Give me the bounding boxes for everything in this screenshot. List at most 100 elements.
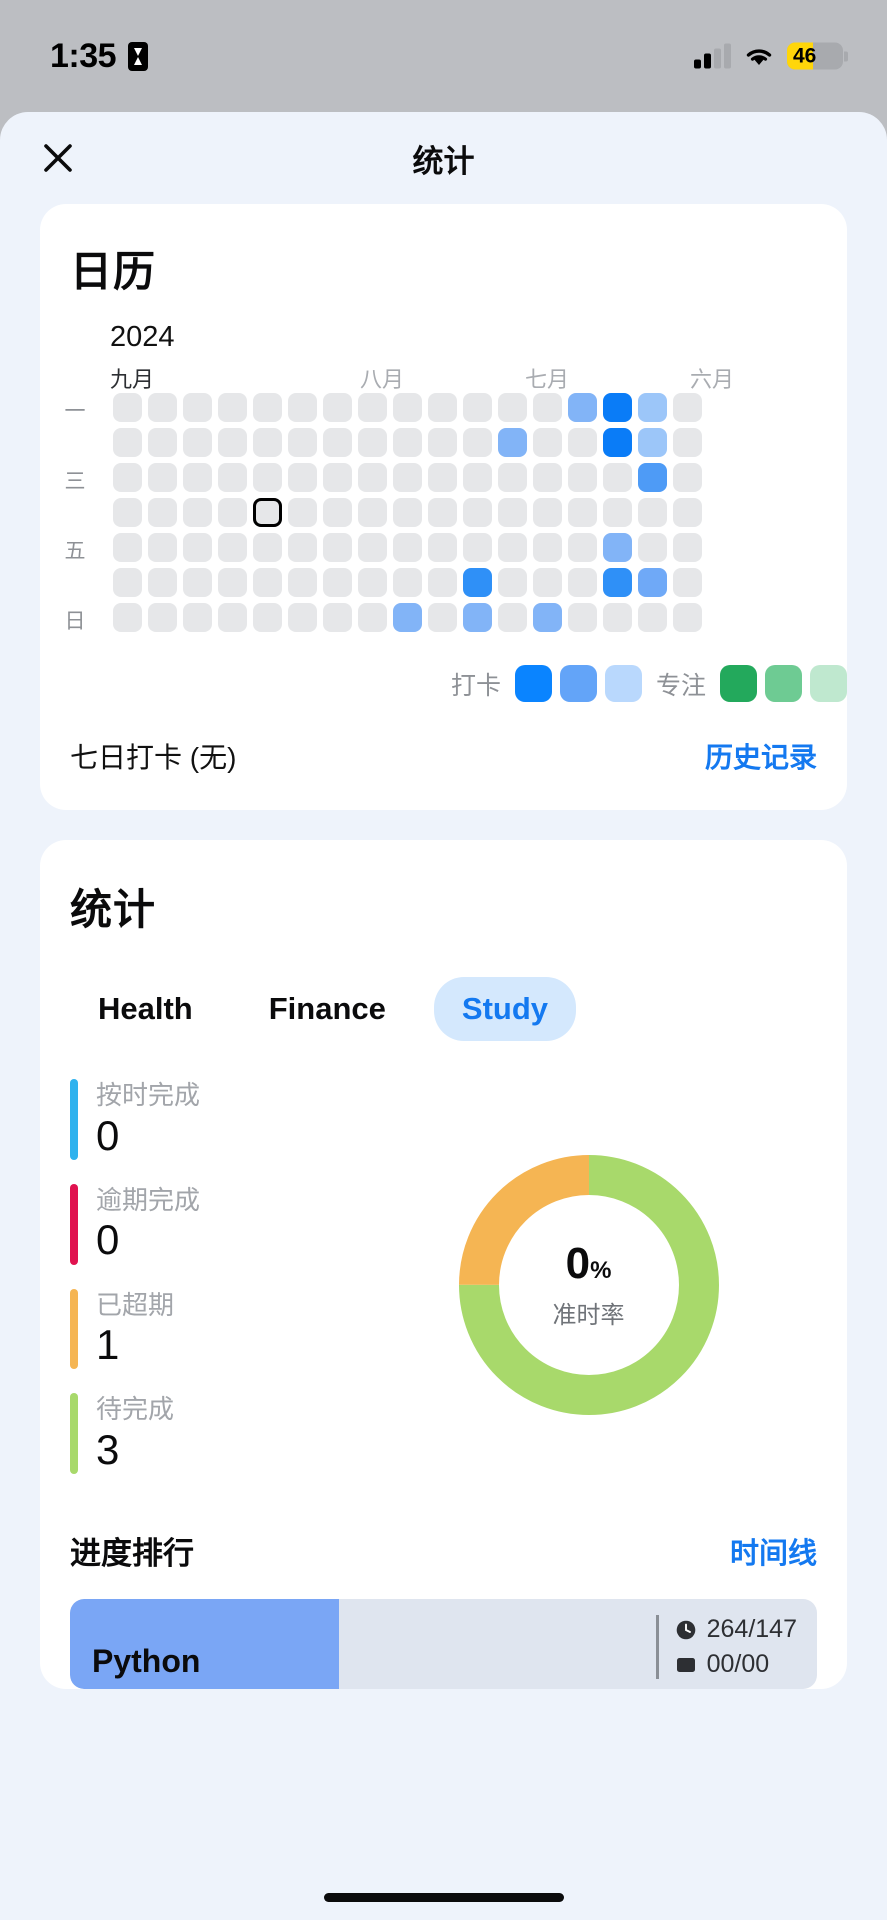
heatmap-cell[interactable] (253, 603, 282, 632)
heatmap-cell[interactable] (568, 533, 597, 562)
heatmap-cell[interactable] (603, 568, 632, 597)
heatmap-cell[interactable] (183, 603, 212, 632)
heatmap-cell[interactable] (428, 498, 457, 527)
heatmap-cell[interactable] (428, 428, 457, 457)
heatmap-cell[interactable] (113, 393, 142, 422)
heatmap-cell[interactable] (218, 393, 247, 422)
heatmap-cell[interactable] (463, 533, 492, 562)
heatmap-cell[interactable] (428, 533, 457, 562)
heatmap-cell[interactable] (463, 463, 492, 492)
heatmap-cell[interactable] (638, 568, 667, 597)
heatmap-cell[interactable] (603, 393, 632, 422)
heatmap-cell[interactable] (673, 463, 702, 492)
heatmap-cell[interactable] (113, 463, 142, 492)
heatmap-cell[interactable] (638, 428, 667, 457)
heatmap-cell[interactable] (288, 463, 317, 492)
heatmap-cell[interactable] (673, 393, 702, 422)
heatmap-cell[interactable] (113, 603, 142, 632)
heatmap-cell[interactable] (358, 393, 387, 422)
heatmap-cell[interactable] (428, 603, 457, 632)
heatmap-cell[interactable] (393, 428, 422, 457)
heatmap-cell[interactable] (288, 568, 317, 597)
heatmap-cell[interactable] (288, 498, 317, 527)
heatmap-cell[interactable] (498, 428, 527, 457)
heatmap-cell[interactable] (533, 498, 562, 527)
heatmap-cell[interactable] (288, 533, 317, 562)
heatmap-cell[interactable] (323, 533, 352, 562)
history-link[interactable]: 历史记录 (705, 736, 817, 776)
heatmap-cell[interactable] (183, 568, 212, 597)
heatmap-cell[interactable] (218, 533, 247, 562)
heatmap-cell[interactable] (603, 533, 632, 562)
heatmap-cell[interactable] (498, 533, 527, 562)
heatmap-cell[interactable] (183, 498, 212, 527)
heatmap-cell[interactable] (533, 568, 562, 597)
heatmap-cell[interactable] (638, 498, 667, 527)
heatmap-cell[interactable] (323, 463, 352, 492)
timeline-link[interactable]: 时间线 (730, 1530, 817, 1572)
heatmap-cell[interactable] (253, 568, 282, 597)
heatmap-cell[interactable] (533, 533, 562, 562)
heatmap-cell[interactable] (148, 393, 177, 422)
heatmap-cell[interactable] (288, 603, 317, 632)
category-tabs[interactable]: Health Finance Study (40, 937, 847, 1041)
heatmap-cell[interactable] (393, 498, 422, 527)
heatmap-cell[interactable] (393, 463, 422, 492)
heatmap-cell[interactable] (148, 603, 177, 632)
heatmap-cell[interactable] (498, 463, 527, 492)
heatmap-cell[interactable] (673, 428, 702, 457)
heatmap-cell[interactable] (568, 393, 597, 422)
heatmap-cell[interactable] (393, 603, 422, 632)
heatmap-cell[interactable] (498, 498, 527, 527)
heatmap-cell[interactable] (568, 428, 597, 457)
heatmap-cell[interactable] (288, 393, 317, 422)
heatmap-cell[interactable] (253, 393, 282, 422)
heatmap-cell[interactable] (428, 393, 457, 422)
heatmap-cell[interactable] (323, 428, 352, 457)
heatmap-cell[interactable] (358, 498, 387, 527)
heatmap-cell[interactable] (183, 393, 212, 422)
heatmap-cell[interactable] (183, 428, 212, 457)
tab-health[interactable]: Health (70, 977, 221, 1041)
heatmap-cell[interactable] (463, 498, 492, 527)
heatmap-cell[interactable] (638, 463, 667, 492)
heatmap-cell[interactable] (113, 533, 142, 562)
heatmap-cell[interactable] (498, 393, 527, 422)
heatmap-cell[interactable] (568, 568, 597, 597)
heatmap-cell[interactable] (358, 463, 387, 492)
heatmap-cell[interactable] (358, 428, 387, 457)
heatmap-cell[interactable] (218, 603, 247, 632)
close-icon[interactable] (36, 136, 80, 180)
heatmap-cell[interactable] (638, 603, 667, 632)
heatmap-cell[interactable] (323, 603, 352, 632)
heatmap-cell[interactable] (533, 393, 562, 422)
heatmap-cell[interactable] (568, 498, 597, 527)
heatmap-cell[interactable] (568, 603, 597, 632)
heatmap-cell[interactable] (113, 428, 142, 457)
heatmap-cell[interactable] (533, 428, 562, 457)
heatmap-cell[interactable] (393, 533, 422, 562)
heatmap-cell[interactable] (288, 428, 317, 457)
heatmap-cell[interactable] (603, 428, 632, 457)
heatmap-cell[interactable] (673, 568, 702, 597)
heatmap-cell[interactable] (113, 568, 142, 597)
heatmap-cell[interactable] (183, 533, 212, 562)
scroll-container[interactable]: 日历 2024 九月 八月 七月 六月 一三五日 打卡 专注 七日打卡 (无) 历史记… (0, 204, 887, 1690)
tab-study[interactable]: Study (433, 977, 577, 1041)
heatmap-cell[interactable] (463, 428, 492, 457)
heatmap-cell[interactable] (148, 568, 177, 597)
ranking-row[interactable]: Python 264/147 00/00 (70, 1599, 817, 1690)
heatmap-cell[interactable] (358, 603, 387, 632)
heatmap-cell[interactable] (463, 568, 492, 597)
heatmap-cell[interactable] (603, 498, 632, 527)
heatmap-cell[interactable] (253, 463, 282, 492)
heatmap-cell[interactable] (428, 568, 457, 597)
heatmap-cell[interactable] (323, 498, 352, 527)
heatmap-cell[interactable] (148, 533, 177, 562)
heatmap-cell[interactable] (533, 603, 562, 632)
heatmap-cell[interactable] (323, 568, 352, 597)
heatmap-cell[interactable] (428, 463, 457, 492)
heatmap-cell[interactable] (148, 498, 177, 527)
heatmap-cell[interactable] (218, 428, 247, 457)
heatmap-cell[interactable] (218, 568, 247, 597)
